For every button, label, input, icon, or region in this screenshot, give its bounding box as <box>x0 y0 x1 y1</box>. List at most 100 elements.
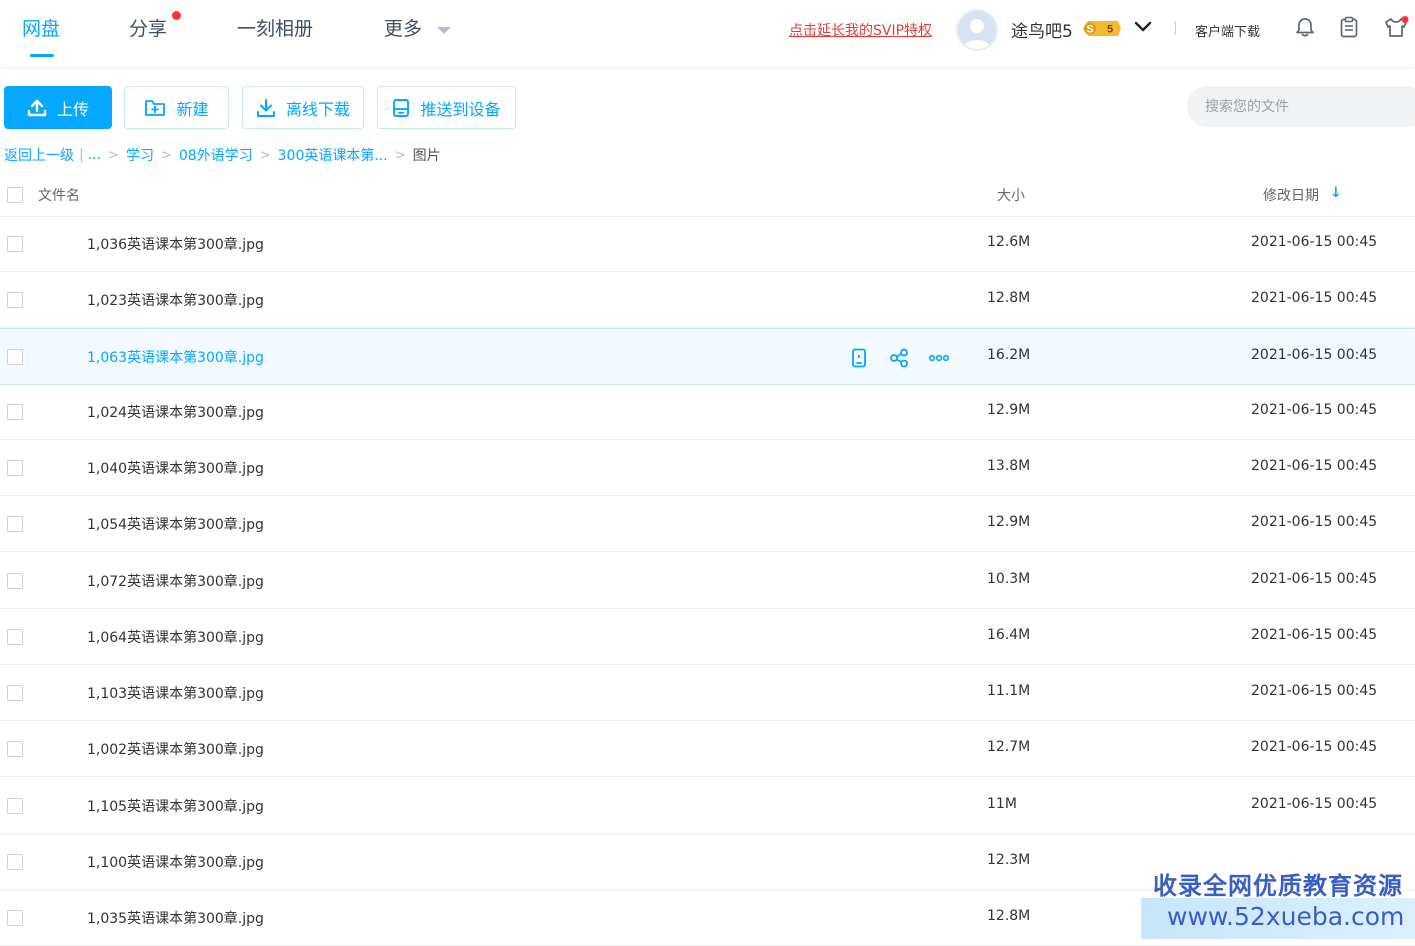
client-download-link[interactable]: 客户端下载 <box>1195 21 1260 40</box>
file-name[interactable]: 1,036英语课本第300章.jpg <box>87 234 264 254</box>
skin-shirt-icon[interactable] <box>1383 16 1409 38</box>
breadcrumb-item-study[interactable]: 学习 <box>126 145 154 165</box>
file-name[interactable]: 1,054英语课本第300章.jpg <box>87 514 264 534</box>
row-checkbox[interactable] <box>7 292 23 308</box>
column-header-name[interactable]: 文件名 <box>38 185 80 205</box>
row-checkbox[interactable] <box>7 460 23 476</box>
file-size: 16.4M <box>987 627 1031 643</box>
breadcrumb-ellipsis[interactable]: ... <box>88 147 101 163</box>
breadcrumb-item-foreign-language[interactable]: 08外语学习 <box>179 145 253 165</box>
file-name[interactable]: 1,035英语课本第300章.jpg <box>87 908 264 928</box>
row-checkbox[interactable] <box>7 573 23 589</box>
file-modified-date: 2021-06-15 00:45 <box>1251 571 1378 587</box>
table-row[interactable]: 1,063英语课本第300章.jpg 16.2M 2021-06-15 00:45 <box>0 328 1415 385</box>
watermark-url: www.52xueba.com <box>1167 902 1405 931</box>
file-modified-date: 2021-06-15 00:45 <box>1251 739 1378 755</box>
file-modified-date: 2021-06-15 00:45 <box>1251 683 1378 699</box>
row-checkbox[interactable] <box>7 854 23 870</box>
file-modified-date: 2021-06-15 00:45 <box>1251 458 1378 474</box>
avatar[interactable] <box>956 9 998 51</box>
user-menu-chevron-down-icon[interactable] <box>1134 20 1152 34</box>
download-icon <box>256 98 275 117</box>
table-header: 文件名 大小 修改日期 ↓ <box>0 172 1415 217</box>
share-notification-dot <box>172 11 181 20</box>
table-row[interactable]: 1,024英语课本第300章.jpg 12.9M 2021-06-15 00:45 <box>0 384 1415 440</box>
table-row[interactable]: 1,064英语课本第300章.jpg 16.4M 2021-06-15 00:45 <box>0 609 1415 665</box>
file-size: 12.9M <box>987 402 1031 418</box>
table-row[interactable]: 1,002英语课本第300章.jpg 12.7M 2021-06-15 00:45 <box>0 721 1415 777</box>
breadcrumb-back-link[interactable]: 返回上一级 <box>4 145 74 165</box>
table-row[interactable]: 1,072英语课本第300章.jpg 10.3M 2021-06-15 00:45 <box>0 553 1415 609</box>
breadcrumb-separator: > <box>259 147 271 163</box>
offline-download-button-label: 离线下载 <box>285 99 350 119</box>
search-input[interactable] <box>1187 86 1415 127</box>
tab-netdisk[interactable]: 网盘 <box>22 14 60 41</box>
breadcrumb-current: 图片 <box>412 148 441 164</box>
file-size: 12.8M <box>987 908 1031 924</box>
upload-button-label: 上传 <box>56 99 89 119</box>
table-row[interactable]: 1,105英语课本第300章.jpg 11M 2021-06-15 00:45 <box>0 778 1415 834</box>
column-header-date[interactable]: 修改日期 <box>1263 185 1319 205</box>
upload-button[interactable]: 上传 <box>4 86 112 129</box>
more-chevron-down-icon[interactable] <box>437 27 451 34</box>
file-name[interactable]: 1,064英语课本第300章.jpg <box>87 627 264 647</box>
breadcrumb-separator: > <box>160 147 172 163</box>
file-name[interactable]: 1,063英语课本第300章.jpg <box>87 347 264 367</box>
sort-desc-arrow-icon[interactable]: ↓ <box>1330 185 1342 201</box>
file-modified-date: 2021-06-15 00:45 <box>1251 796 1378 812</box>
svip-extend-link[interactable]: 点击延长我的SVIP特权 <box>789 20 932 40</box>
breadcrumb: 返回上一级 | ... > 学习 > 08外语学习 > 300英语课本第... … <box>4 145 441 165</box>
push-device-row-icon[interactable] <box>848 347 870 369</box>
row-checkbox[interactable] <box>7 685 23 701</box>
file-name[interactable]: 1,024英语课本第300章.jpg <box>87 402 264 422</box>
row-checkbox[interactable] <box>7 516 23 532</box>
row-checkbox[interactable] <box>7 629 23 645</box>
file-name[interactable]: 1,072英语课本第300章.jpg <box>87 571 264 591</box>
table-row[interactable]: 1,036英语课本第300章.jpg 12.6M 2021-06-15 00:45 <box>0 216 1415 272</box>
file-size: 10.3M <box>987 571 1031 587</box>
tab-share[interactable]: 分享 <box>129 14 167 41</box>
file-name[interactable]: 1,002英语课本第300章.jpg <box>87 739 264 759</box>
file-name[interactable]: 1,103英语课本第300章.jpg <box>87 683 264 703</box>
file-size: 11M <box>987 796 1017 812</box>
row-checkbox[interactable] <box>7 236 23 252</box>
row-checkbox[interactable] <box>7 798 23 814</box>
file-modified-date: 2021-06-15 00:45 <box>1251 627 1378 643</box>
more-options-icon[interactable] <box>928 347 950 369</box>
breadcrumb-item-textbook[interactable]: 300英语课本第... <box>278 145 388 165</box>
device-icon <box>393 98 410 117</box>
file-size: 12.6M <box>987 234 1031 250</box>
push-to-device-button[interactable]: 推送到设备 <box>377 86 516 129</box>
select-all-checkbox[interactable] <box>7 187 23 203</box>
file-name[interactable]: 1,105英语课本第300章.jpg <box>87 796 264 816</box>
active-tab-underline <box>30 54 54 57</box>
table-row[interactable]: 1,054英语课本第300章.jpg 12.9M 2021-06-15 00:45 <box>0 496 1415 552</box>
table-row[interactable]: 1,103英语课本第300章.jpg 11.1M 2021-06-15 00:45 <box>0 665 1415 721</box>
share-icon[interactable] <box>888 347 910 369</box>
file-name[interactable]: 1,040英语课本第300章.jpg <box>87 458 264 478</box>
table-row[interactable]: 1,023英语课本第300章.jpg 12.8M 2021-06-15 00:45 <box>0 272 1415 328</box>
top-navigation-bar: 网盘 分享 一刻相册 更多 点击延长我的SVIP特权 途鸟吧5 S 5 客户端下… <box>0 0 1415 68</box>
tab-moment-album[interactable]: 一刻相册 <box>237 14 313 41</box>
file-name[interactable]: 1,100英语课本第300章.jpg <box>87 852 264 872</box>
file-modified-date: 2021-06-15 00:45 <box>1251 347 1378 363</box>
bell-icon[interactable] <box>1294 16 1316 38</box>
column-header-size[interactable]: 大小 <box>997 185 1025 205</box>
svg-text:5: 5 <box>1107 24 1113 36</box>
file-size: 12.9M <box>987 514 1031 530</box>
row-checkbox[interactable] <box>7 404 23 420</box>
tab-more[interactable]: 更多 <box>384 14 422 41</box>
file-name[interactable]: 1,023英语课本第300章.jpg <box>87 290 264 310</box>
svip-level-badge-icon: S 5 <box>1083 21 1121 36</box>
breadcrumb-separator: > <box>394 147 406 163</box>
row-checkbox[interactable] <box>7 349 23 365</box>
breadcrumb-separator: > <box>108 147 119 163</box>
row-checkbox[interactable] <box>7 741 23 757</box>
new-folder-button-label: 新建 <box>176 99 209 119</box>
offline-download-button[interactable]: 离线下载 <box>242 86 364 129</box>
username[interactable]: 途鸟吧5 <box>1011 17 1073 42</box>
table-row[interactable]: 1,040英语课本第300章.jpg 13.8M 2021-06-15 00:45 <box>0 440 1415 496</box>
row-checkbox[interactable] <box>7 910 23 926</box>
new-folder-button[interactable]: 新建 <box>124 86 229 129</box>
clipboard-icon[interactable] <box>1338 16 1360 38</box>
